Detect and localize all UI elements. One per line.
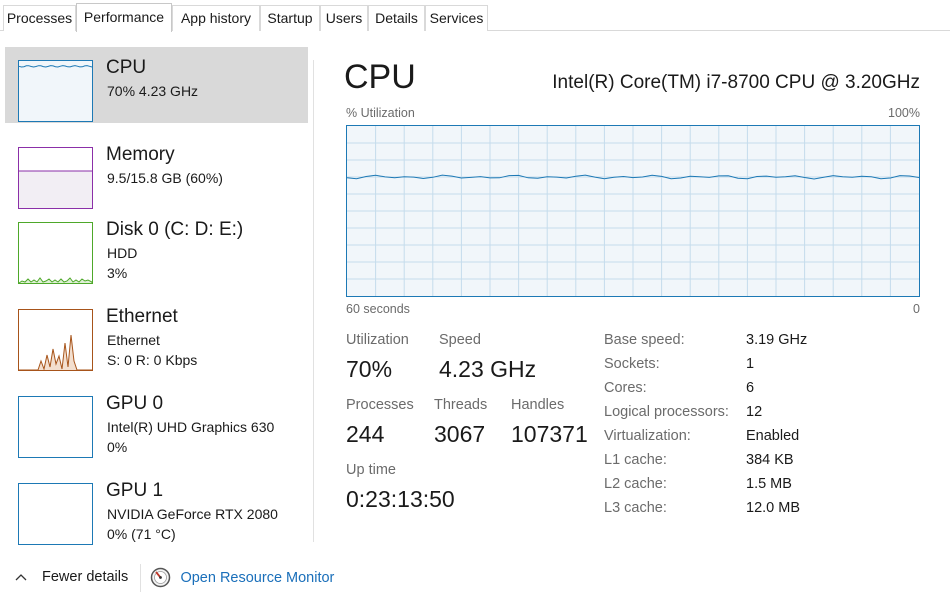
ethernet-thumbnail-graph — [18, 309, 93, 371]
processes-label: Processes — [346, 397, 414, 413]
sidebar-item-detail: S: 0 R: 0 Kbps — [107, 352, 198, 368]
l1-cache-key: L1 cache: — [604, 452, 667, 468]
tab-bar: Processes Performance App history Startu… — [0, 0, 950, 32]
cpu-detail-panel: CPU Intel(R) Core(TM) i7-8700 CPU @ 3.20… — [330, 32, 950, 542]
tab-details[interactable]: Details — [368, 5, 425, 31]
resource-monitor-icon — [150, 567, 175, 588]
sidebar-item-disk-0[interactable]: Disk 0 (C: D: E:) HDD 3% — [5, 209, 308, 285]
graph-y-max-label: 100% — [888, 106, 920, 120]
threads-value: 3067 — [434, 421, 486, 447]
virtualization-value: Enabled — [746, 428, 800, 444]
handles-value: 107371 — [511, 421, 588, 447]
cpu-thumbnail-graph — [18, 60, 93, 122]
handles-label: Handles — [511, 397, 565, 413]
sidebar-item-title: Disk 0 (C: D: E:) — [106, 219, 244, 240]
uptime-label: Up time — [346, 462, 396, 478]
cpu-utilization-graph — [346, 125, 920, 297]
processes-value: 244 — [346, 421, 385, 447]
uptime-value: 0:23:13:50 — [346, 486, 455, 512]
cpu-mini-graph — [18, 60, 93, 122]
sidebar-item-gpu-1[interactable]: GPU 1 NVIDIA GeForce RTX 2080 0% (71 °C) — [5, 470, 308, 546]
sidebar-item-memory[interactable]: Memory 9.5/15.8 GB (60%) — [5, 134, 308, 210]
sidebar-item-cpu[interactable]: CPU 70% 4.23 GHz — [5, 47, 308, 123]
cores-value: 6 — [746, 380, 755, 396]
open-resource-monitor-link[interactable]: Open Resource Monitor — [150, 567, 334, 589]
chevron-up-icon — [14, 569, 28, 585]
l2-cache-key: L2 cache: — [604, 476, 667, 492]
cpu-model-name: Intel(R) Core(TM) i7-8700 CPU @ 3.20GHz — [552, 72, 920, 93]
graph-y-label: % Utilization — [346, 106, 415, 120]
sidebar-item-subtitle: Ethernet — [107, 332, 160, 348]
logical-processors-key: Logical processors: — [604, 404, 729, 420]
l3-cache-value: 12.0 MB — [746, 500, 800, 516]
sidebar-item-subtitle: Intel(R) UHD Graphics 630 — [107, 419, 275, 435]
disk-thumbnail-graph — [18, 222, 93, 284]
tab-users[interactable]: Users — [320, 5, 368, 31]
sidebar-item-title: Memory — [106, 144, 175, 165]
gpu0-mini-graph — [18, 396, 93, 458]
sidebar-item-title: Ethernet — [106, 306, 178, 327]
sidebar-item-title: CPU — [106, 57, 147, 78]
tab-performance[interactable]: Performance — [76, 3, 172, 32]
sidebar-item-detail: 0% (71 °C) — [107, 526, 176, 542]
resource-sidebar: CPU 70% 4.23 GHz Memory 9.5/15.8 GB (60%… — [0, 32, 314, 545]
cpu-utilization-chart — [346, 126, 920, 296]
sidebar-item-title: GPU 1 — [106, 480, 164, 501]
threads-label: Threads — [434, 397, 488, 413]
virtualization-key: Virtualization: — [604, 428, 691, 444]
sidebar-item-detail: 3% — [107, 265, 128, 281]
graph-x-right-label: 0 — [913, 302, 920, 316]
gpu1-mini-graph — [18, 483, 93, 545]
open-resource-monitor-label: Open Resource Monitor — [180, 570, 335, 586]
sockets-key: Sockets: — [604, 356, 660, 372]
tab-services[interactable]: Services — [425, 5, 488, 31]
memory-thumbnail-graph — [18, 147, 93, 209]
speed-label: Speed — [439, 332, 481, 348]
logical-processors-value: 12 — [746, 404, 763, 420]
cores-key: Cores: — [604, 380, 647, 396]
tab-startup[interactable]: Startup — [260, 5, 320, 31]
graph-x-left-label: 60 seconds — [346, 302, 410, 316]
l3-cache-key: L3 cache: — [604, 500, 667, 516]
utilization-value: 70% — [346, 356, 393, 382]
sidebar-item-subtitle: HDD — [107, 245, 138, 261]
gpu0-thumbnail-graph — [18, 396, 93, 458]
sidebar-item-detail: 0% — [107, 439, 128, 455]
tab-processes[interactable]: Processes — [3, 5, 76, 31]
fewer-details-label: Fewer details — [42, 569, 129, 585]
sidebar-item-title: GPU 0 — [106, 393, 164, 414]
l2-cache-value: 1.5 MB — [746, 476, 792, 492]
sidebar-item-subtitle: 70% 4.23 GHz — [107, 83, 199, 99]
base-speed-key: Base speed: — [604, 332, 685, 348]
base-speed-value: 3.19 GHz — [746, 332, 808, 348]
l1-cache-value: 384 KB — [746, 452, 794, 468]
sidebar-divider — [313, 60, 314, 542]
tab-app-history[interactable]: App history — [172, 5, 260, 31]
sidebar-item-gpu-0[interactable]: GPU 0 Intel(R) UHD Graphics 630 0% — [5, 383, 308, 459]
utilization-label: Utilization — [346, 332, 409, 348]
memory-mini-graph — [18, 147, 93, 209]
disk-mini-graph — [18, 222, 93, 284]
sockets-value: 1 — [746, 356, 755, 372]
page-title: CPU — [344, 58, 416, 96]
speed-value: 4.23 GHz — [439, 356, 537, 382]
sidebar-item-ethernet[interactable]: Ethernet Ethernet S: 0 R: 0 Kbps — [5, 296, 308, 372]
sidebar-item-subtitle: 9.5/15.8 GB (60%) — [107, 170, 223, 186]
footer-divider — [140, 564, 141, 592]
gpu1-thumbnail-graph — [18, 483, 93, 545]
fewer-details-button[interactable]: Fewer details — [14, 569, 128, 585]
sidebar-item-subtitle: NVIDIA GeForce RTX 2080 — [107, 506, 278, 522]
footer-bar: Fewer details Open Resource Monitor — [0, 552, 950, 607]
ethernet-mini-graph — [18, 309, 93, 371]
